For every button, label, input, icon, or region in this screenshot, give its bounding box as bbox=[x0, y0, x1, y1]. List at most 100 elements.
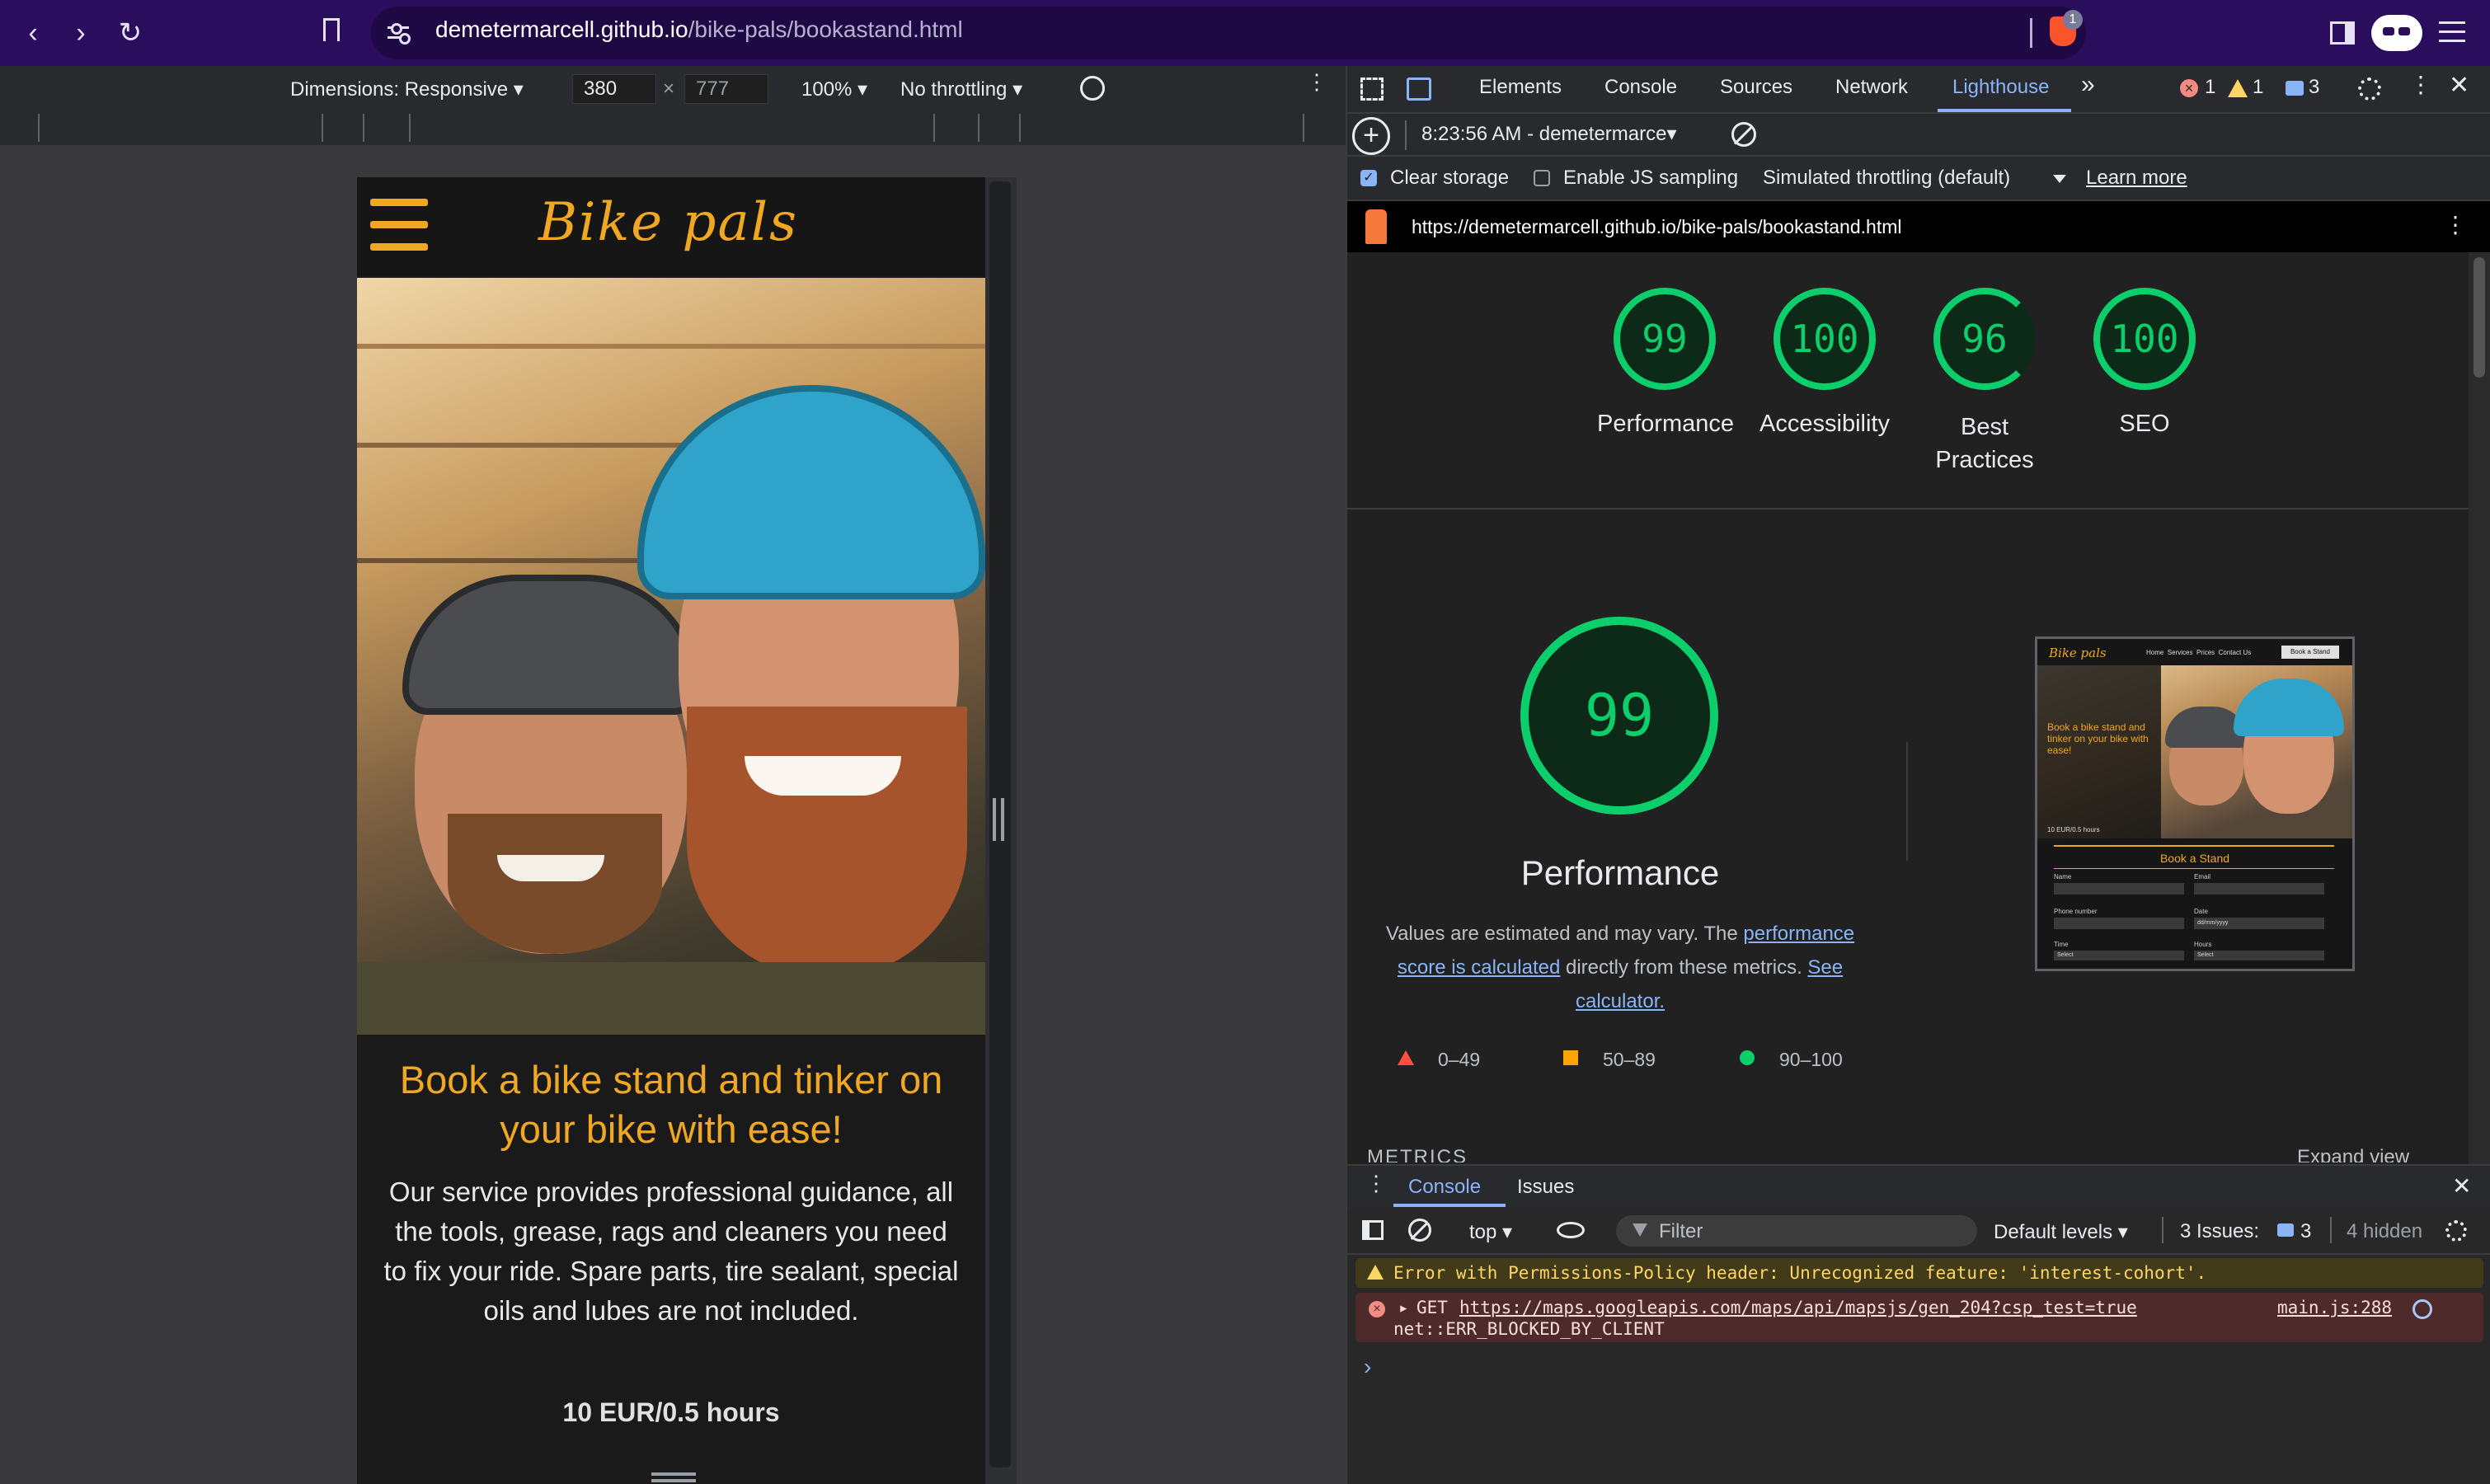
reload-icon[interactable]: ↻ bbox=[112, 15, 148, 51]
console-settings-icon[interactable] bbox=[2445, 1220, 2467, 1242]
tab-sources[interactable]: Sources bbox=[1720, 76, 1792, 99]
address-divider bbox=[2030, 18, 2032, 48]
section-divider bbox=[1347, 508, 2469, 510]
network-request-icon[interactable] bbox=[2412, 1299, 2432, 1319]
more-options-icon[interactable]: ⋮ bbox=[1306, 71, 1327, 101]
tab-console[interactable]: Console bbox=[1604, 76, 1677, 99]
gauge-seo[interactable]: 100 bbox=[2093, 288, 2196, 390]
width-value: 380 bbox=[584, 77, 618, 100]
hamburger-menu-icon[interactable] bbox=[370, 199, 428, 251]
report-url[interactable]: https://demetermarcell.github.io/bike-pa… bbox=[1412, 216, 1901, 238]
new-report-icon[interactable]: + bbox=[1352, 117, 1390, 155]
thumb-nav: Home Services Prices Contact Us bbox=[2146, 649, 2251, 656]
js-sampling-label: Enable JS sampling bbox=[1563, 167, 1739, 189]
more-tabs-icon[interactable]: » bbox=[2081, 71, 2095, 99]
rotate-icon[interactable] bbox=[1080, 76, 1105, 101]
report-scrollbar-track[interactable] bbox=[2469, 252, 2490, 1164]
issues-icon bbox=[2286, 81, 2304, 96]
ruler-tick bbox=[978, 114, 980, 142]
clear-reports-icon[interactable] bbox=[1731, 122, 1756, 147]
throttling-dropdown-icon[interactable] bbox=[2053, 175, 2066, 183]
thumb-input bbox=[2194, 883, 2324, 895]
thumb-nav-contact: Contact Us bbox=[2218, 649, 2252, 656]
throttling-dropdown[interactable]: No throttling ▾ bbox=[900, 77, 1022, 101]
thumb-price: 10 EUR/0.5 hours bbox=[2047, 826, 2100, 834]
thumb-form-rule bbox=[2054, 845, 2334, 847]
console-prompt[interactable]: › bbox=[1364, 1354, 1371, 1380]
site-settings-icon[interactable] bbox=[388, 21, 411, 45]
back-button[interactable]: ‹ bbox=[15, 15, 51, 51]
clear-storage-checkbox[interactable]: ✓ bbox=[1360, 170, 1377, 186]
thumb-nav-services: Services bbox=[2167, 649, 2193, 656]
console-warning-icon bbox=[1367, 1265, 1384, 1280]
legend-average-range: 50–89 bbox=[1603, 1049, 1656, 1070]
expand-error-arrow[interactable]: ▸ bbox=[1398, 1298, 1409, 1317]
drawer-tab-console[interactable]: Console bbox=[1408, 1176, 1481, 1199]
log-levels-dropdown[interactable]: Default levels ▾ bbox=[1994, 1220, 2128, 1244]
js-sampling-checkbox[interactable] bbox=[1534, 170, 1550, 186]
throttling-label: Simulated throttling (default) bbox=[1763, 167, 2011, 189]
device-toggle-icon[interactable] bbox=[1407, 77, 1431, 101]
viewport-resize-handle[interactable] bbox=[993, 798, 1004, 841]
height-value: 777 bbox=[696, 77, 730, 100]
performance-heading: Performance bbox=[1520, 853, 1720, 892]
final-screenshot-thumbnail[interactable]: Bike pals Home Services Prices Contact U… bbox=[2035, 636, 2355, 971]
issues-count[interactable]: 3 bbox=[2309, 76, 2319, 99]
context-selector[interactable]: top ▾ bbox=[1469, 1220, 1512, 1244]
thumb-select: Select bbox=[2054, 951, 2184, 960]
thumb-nav-prices: Prices bbox=[2196, 649, 2215, 656]
expand-view-link[interactable]: Expand view bbox=[2297, 1146, 2409, 1162]
issues-summary-label[interactable]: 3 Issues: bbox=[2180, 1220, 2259, 1243]
inspect-element-icon[interactable] bbox=[1360, 77, 1384, 101]
price-label: 10 EUR/0.5 hours bbox=[562, 1397, 780, 1427]
warning-count[interactable]: 1 bbox=[2253, 76, 2263, 99]
console-sidebar-icon[interactable] bbox=[1362, 1220, 1384, 1240]
menu-icon[interactable] bbox=[2439, 20, 2465, 45]
thumb-cta: Book a Stand bbox=[2281, 646, 2339, 659]
tab-elements[interactable]: Elements bbox=[1479, 76, 1562, 99]
gauge-accessibility[interactable]: 100 bbox=[1774, 288, 1876, 390]
error-count[interactable]: 1 bbox=[2205, 76, 2215, 99]
error-url-link[interactable]: https://maps.googleapis.com/maps/api/map… bbox=[1459, 1298, 2137, 1317]
tab-lighthouse[interactable]: Lighthouse bbox=[1952, 76, 2049, 99]
console-error-icon: × bbox=[1369, 1301, 1385, 1317]
report-scrollbar-thumb[interactable] bbox=[2474, 257, 2485, 378]
metrics-heading: METRICS bbox=[1367, 1146, 1468, 1162]
emulated-page: Bike pals Book a bike stand and tinker o… bbox=[357, 177, 985, 1484]
tab-network[interactable]: Network bbox=[1835, 76, 1908, 99]
thumb-input bbox=[2054, 918, 2184, 929]
toolbar-divider bbox=[2330, 1217, 2332, 1243]
wallet-icon[interactable] bbox=[2371, 15, 2422, 51]
close-devtools-icon[interactable]: ✕ bbox=[2449, 71, 2469, 100]
dimensions-dropdown[interactable]: Dimensions: Responsive ▾ bbox=[290, 77, 524, 101]
gauge-performance[interactable]: 99 bbox=[1614, 288, 1716, 390]
clear-console-icon[interactable] bbox=[1408, 1219, 1431, 1242]
report-menu-icon[interactable]: ⋮ bbox=[2444, 211, 2467, 238]
thumb-field-email: Email bbox=[2194, 873, 2211, 881]
gauge-best-practices[interactable]: 96 bbox=[1933, 288, 2036, 390]
settings-gear-icon[interactable] bbox=[2358, 77, 2381, 101]
bookmark-icon[interactable] bbox=[323, 18, 340, 41]
thumb-form-title: Book a Stand bbox=[2159, 852, 2230, 865]
drawer-tab-issues[interactable]: Issues bbox=[1517, 1176, 1574, 1199]
performance-description: Values are estimated and may vary. The p… bbox=[1377, 917, 1863, 1018]
thumb-select: Select bbox=[2194, 951, 2324, 960]
drawer-menu-icon[interactable]: ⋮ bbox=[1365, 1171, 1387, 1196]
live-expression-eye-icon[interactable] bbox=[1557, 1222, 1585, 1238]
devtools-menu-icon[interactable]: ⋮ bbox=[2409, 71, 2432, 98]
bottom-resize-grip[interactable] bbox=[651, 1472, 696, 1476]
error-method: GET bbox=[1416, 1298, 1448, 1317]
learn-more-link[interactable]: Learn more bbox=[2086, 167, 2187, 190]
gauge-best-practices-label: Best Practices bbox=[1935, 414, 2034, 473]
zoom-dropdown[interactable]: 100% ▾ bbox=[801, 77, 867, 101]
error-source-link[interactable]: main.js:288 bbox=[2277, 1298, 2392, 1317]
report-selector[interactable]: 8:23:56 AM - demetermarce▾ bbox=[1421, 122, 1677, 146]
thumb-date-input: dd/mm/yyyy bbox=[2194, 918, 2324, 929]
close-drawer-icon[interactable]: ✕ bbox=[2452, 1172, 2471, 1200]
site-logo[interactable]: Bike pals bbox=[538, 192, 798, 253]
forward-button[interactable]: › bbox=[63, 15, 99, 51]
thumb-nav-home: Home bbox=[2146, 649, 2164, 656]
toolbar-divider bbox=[2162, 1217, 2163, 1243]
sidebar-toggle-icon[interactable] bbox=[2330, 21, 2355, 45]
active-tab-indicator bbox=[1938, 109, 2071, 112]
